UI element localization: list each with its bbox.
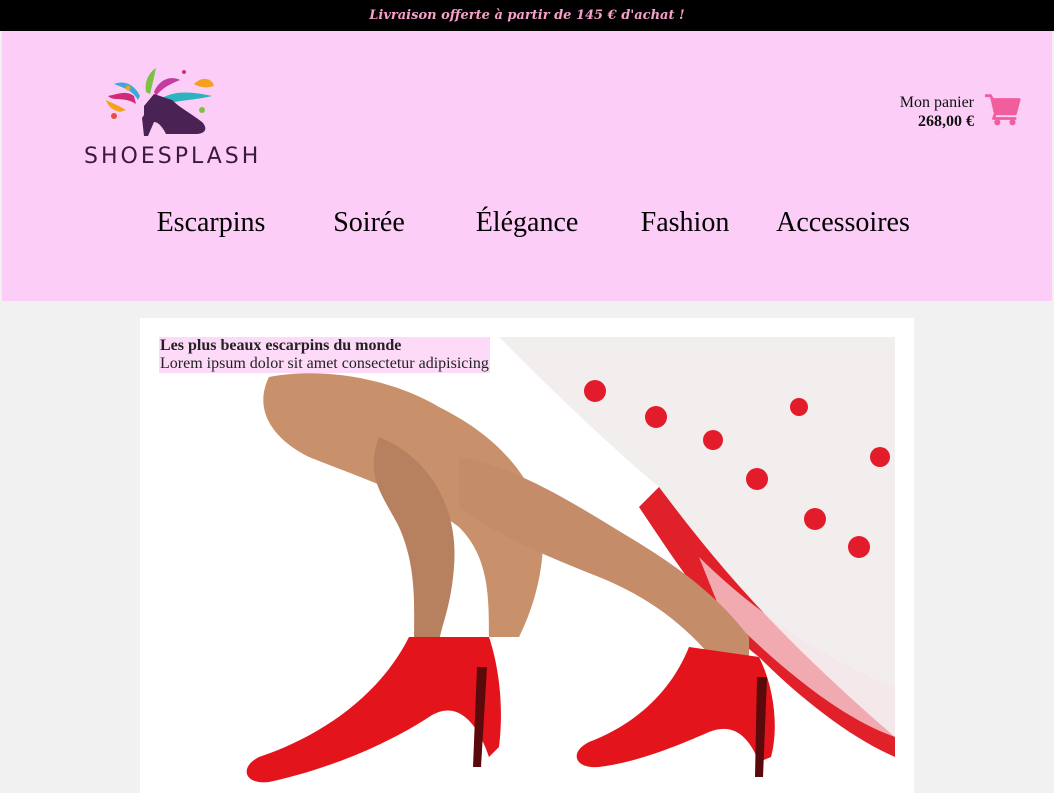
shoe-splash-logo-icon	[106, 68, 214, 136]
site-header: SHOESPLASH Mon panier 268,00 € Escarpins…	[2, 31, 1052, 301]
nav-item-fashion[interactable]: Fashion	[641, 207, 730, 239]
main-content: Les plus beaux escarpins du monde Lorem …	[140, 318, 914, 793]
nav-item-accessoires[interactable]: Accessoires	[776, 207, 910, 239]
hero-subtitle: Lorem ipsum dolor sit amet consectetur a…	[160, 355, 489, 372]
nav-item-elegance[interactable]: Élégance	[476, 207, 579, 239]
promo-text: Livraison offerte à partir de 145 € d'ac…	[369, 8, 685, 23]
red-heels-photo	[159, 337, 895, 793]
nav-item-soiree[interactable]: Soirée	[333, 207, 405, 239]
cart-widget[interactable]: Mon panier 268,00 €	[900, 91, 1022, 131]
hero-banner[interactable]: Les plus beaux escarpins du monde Lorem …	[159, 337, 895, 793]
cart-amount: 268,00 €	[918, 113, 974, 130]
cart-label: Mon panier	[899, 94, 974, 111]
shopping-cart-icon[interactable]	[984, 91, 1022, 127]
nav-item-escarpins[interactable]: Escarpins	[157, 207, 266, 239]
logo-text: SHOESPLASH	[84, 144, 262, 169]
main-nav: Escarpins Soirée Élégance Fashion Access…	[2, 207, 1052, 247]
site-logo[interactable]: SHOESPLASH	[84, 66, 262, 176]
hero-caption: Les plus beaux escarpins du monde Lorem …	[159, 337, 490, 373]
hero-title: Les plus beaux escarpins du monde	[160, 337, 402, 354]
promo-banner: Livraison offerte à partir de 145 € d'ac…	[0, 0, 1054, 31]
